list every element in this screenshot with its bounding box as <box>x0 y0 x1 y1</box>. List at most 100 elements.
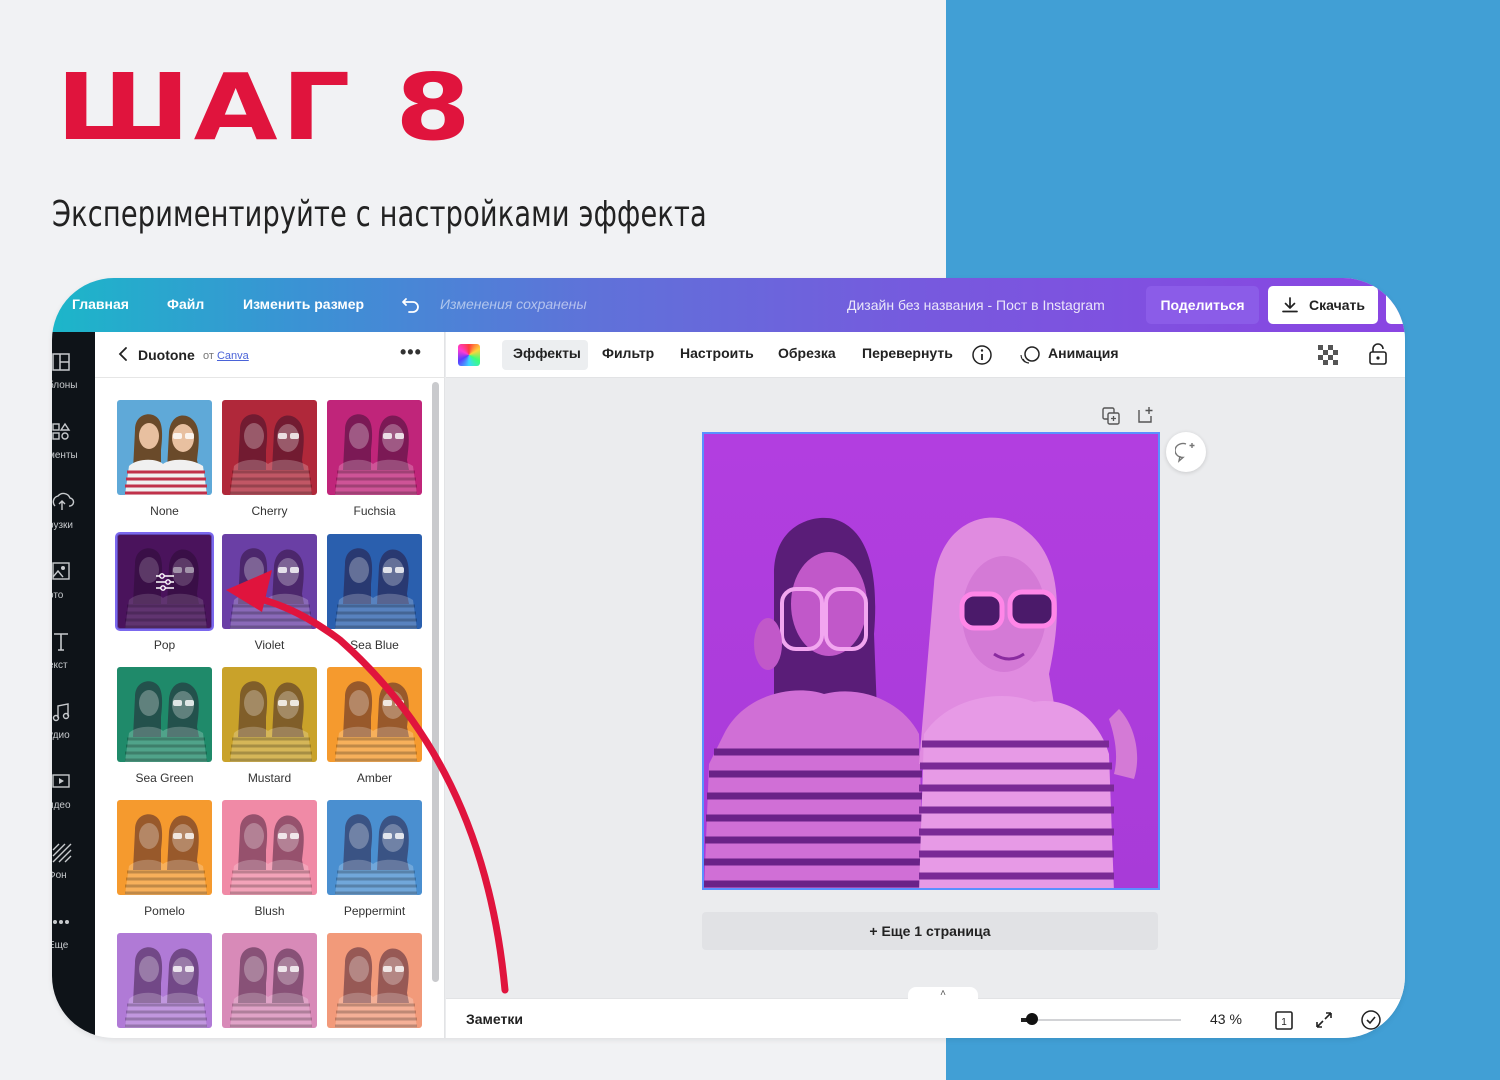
home-menu[interactable]: Главная <box>72 296 129 312</box>
filter-label: Violet <box>254 638 285 652</box>
color-palette-icon[interactable] <box>458 344 480 366</box>
filter-tile[interactable] <box>222 933 317 1028</box>
chevron-up-icon[interactable]: ˄ <box>908 987 978 1001</box>
page-count-icon[interactable]: 1 <box>1273 1009 1295 1031</box>
adjust-sliders-icon[interactable] <box>154 571 176 593</box>
filter-tile[interactable] <box>327 933 422 1028</box>
filter-label: Peppermint <box>343 904 406 918</box>
filter-label: None <box>150 504 179 518</box>
sidebar-item-more[interactable]: Еще <box>52 906 95 966</box>
canva-screenshot: Главная Файл Изменить размер Изменения с… <box>52 278 1405 1038</box>
lock-icon[interactable] <box>1368 343 1388 365</box>
zoom-slider-handle[interactable] <box>1026 1013 1038 1025</box>
top-bar: Главная Файл Изменить размер Изменения с… <box>52 278 1405 332</box>
info-icon[interactable] <box>971 344 993 366</box>
filter-tile[interactable] <box>222 534 317 629</box>
photo-icon <box>52 562 70 580</box>
sidebar-label: удио <box>52 730 70 741</box>
filter-label: Sea Blue <box>350 638 399 652</box>
sidebar-label: идео <box>52 800 71 811</box>
fullscreen-icon[interactable] <box>1313 1009 1335 1031</box>
sidebar-label: рузки <box>52 520 73 531</box>
byline-prefix: от <box>203 350 214 362</box>
undo-icon[interactable] <box>401 293 421 313</box>
sidebar-item-background[interactable]: Фон <box>52 836 95 896</box>
sidebar-label: Еще <box>52 940 69 951</box>
design-title[interactable]: Дизайн без названия - Пост в Instagram <box>847 297 1105 313</box>
duotone-panel: Duotone от Canva ••• None Cherry Fuchsia Po… <box>95 332 445 1038</box>
filter-tile[interactable] <box>115 532 214 631</box>
more-icon <box>53 920 69 924</box>
filter-tile[interactable] <box>222 400 317 495</box>
more-options-button[interactable] <box>1386 286 1405 324</box>
more-dots-icon[interactable]: ••• <box>400 342 422 363</box>
sidebar-item-templates[interactable]: блоны <box>52 346 95 406</box>
sidebar-label: менты <box>52 450 78 461</box>
duplicate-page-icon[interactable] <box>1101 406 1121 426</box>
add-page-button[interactable]: + Еще 1 страница <box>702 912 1158 950</box>
step-title: ШАГ 8 <box>56 54 475 161</box>
zoom-value[interactable]: 43 % <box>1210 1011 1242 1027</box>
crop-button[interactable]: Обрезка <box>778 345 836 361</box>
filter-tile[interactable] <box>327 667 422 762</box>
flip-button[interactable]: Перевернуть <box>862 345 953 361</box>
filter-tile[interactable] <box>327 800 422 895</box>
download-icon <box>1282 297 1298 313</box>
download-label: Скачать <box>1309 297 1365 313</box>
audio-icon <box>52 703 70 722</box>
transparency-icon[interactable] <box>1318 345 1338 365</box>
add-page-icon[interactable] <box>1136 405 1156 425</box>
adjust-button[interactable]: Настроить <box>680 345 754 361</box>
sidebar-item-video[interactable]: идео <box>52 766 95 826</box>
design-canvas-image[interactable] <box>702 432 1160 890</box>
filter-label: Mustard <box>247 771 292 785</box>
filter-tile[interactable] <box>222 667 317 762</box>
download-button[interactable]: Скачать <box>1268 286 1378 324</box>
add-comment-icon <box>1175 442 1195 463</box>
panel-scrollbar[interactable] <box>432 382 439 982</box>
edit-toolbar: Эффекты Фильтр Настроить Обрезка Перевер… <box>446 332 1405 378</box>
filter-label: Pomelo <box>144 904 185 918</box>
effects-button[interactable]: Эффекты <box>513 345 581 361</box>
sidebar-item-elements[interactable]: менты <box>52 416 95 476</box>
filter-button[interactable]: Фильтр <box>602 345 654 361</box>
filter-tile[interactable] <box>222 800 317 895</box>
resize-menu[interactable]: Изменить размер <box>243 296 364 312</box>
filter-tile[interactable] <box>117 800 212 895</box>
filter-tile[interactable] <box>117 400 212 495</box>
filter-tile[interactable] <box>327 534 422 629</box>
animation-icon[interactable] <box>1019 344 1041 366</box>
elements-icon <box>52 422 71 440</box>
sidebar-label: ото <box>52 590 64 601</box>
check-circle-icon[interactable] <box>1360 1009 1382 1031</box>
filter-label: Pop <box>153 638 176 652</box>
file-menu[interactable]: Файл <box>167 296 204 312</box>
add-comment-button[interactable] <box>1166 432 1206 472</box>
background-icon <box>52 843 72 863</box>
save-status: Изменения сохранены <box>440 296 587 312</box>
zoom-slider-track[interactable] <box>1021 1019 1181 1021</box>
page-number: 1 <box>1281 1017 1287 1028</box>
step-subtitle: Экспериментируйте с настройками эффекта <box>52 194 707 235</box>
notes-button[interactable]: Заметки <box>466 1011 523 1027</box>
filter-label: Amber <box>356 771 393 785</box>
sidebar-item-photos[interactable]: ото <box>52 556 95 616</box>
sidebar-item-text[interactable]: екст <box>52 626 95 686</box>
video-icon <box>52 774 70 788</box>
canva-link[interactable]: Canva <box>217 350 249 362</box>
share-button[interactable]: Поделиться <box>1146 286 1259 324</box>
text-icon <box>54 633 68 651</box>
filter-tile[interactable] <box>117 933 212 1028</box>
sidebar-label: Фон <box>52 870 67 881</box>
sidebar-item-audio[interactable]: удио <box>52 696 95 756</box>
filter-tile[interactable] <box>327 400 422 495</box>
filter-label: Blush <box>254 904 285 918</box>
animation-button[interactable]: Анимация <box>1048 345 1119 361</box>
sidebar-rail: блоны менты рузки ото екст удио идео Фо <box>52 332 95 1038</box>
chevron-left-icon[interactable] <box>117 347 129 361</box>
bottom-bar: ˄ Заметки 43 % 1 <box>446 987 1405 1038</box>
sidebar-label: блоны <box>52 380 78 391</box>
templates-icon <box>52 353 70 371</box>
filter-tile[interactable] <box>117 667 212 762</box>
sidebar-item-uploads[interactable]: рузки <box>52 486 95 546</box>
